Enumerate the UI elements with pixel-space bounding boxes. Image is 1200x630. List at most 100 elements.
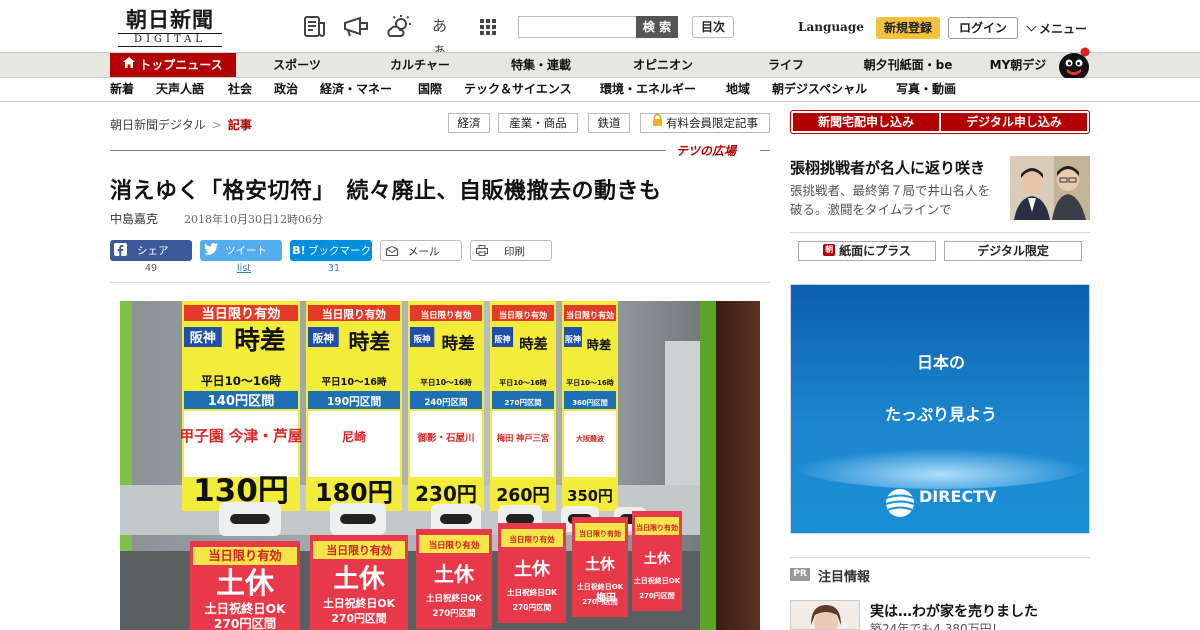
corner-label[interactable]: テツの広場 bbox=[676, 142, 736, 159]
nav-item-life[interactable]: ライフ bbox=[756, 53, 816, 77]
ticket-card: 当日限り有効阪神 時差平日10～16時 360円区間大阪難波 350円 bbox=[562, 301, 618, 511]
mascot-icon[interactable] bbox=[1054, 45, 1094, 81]
subnav-item-international[interactable]: 国際 bbox=[418, 78, 442, 101]
digital-only-button[interactable]: デジタル限定 bbox=[944, 241, 1082, 261]
sidebar-thumbnail[interactable] bbox=[1010, 156, 1090, 220]
ticket-station-bg bbox=[410, 411, 482, 477]
ticket-line-text: 阪神 bbox=[565, 334, 581, 344]
pr-headline[interactable]: 実は…わが家を売りました bbox=[870, 601, 1038, 621]
ticket-station-bg bbox=[564, 411, 616, 477]
nav-item-opinion[interactable]: オピニオン bbox=[622, 53, 704, 77]
paper-plus-button[interactable]: 朝紙面にプラス bbox=[798, 241, 936, 261]
chevron-down-icon bbox=[1026, 21, 1037, 32]
megaphone-icon[interactable] bbox=[342, 14, 368, 40]
lower-ticket: 当日限り有効土休土日祝終日OK 270円区間 bbox=[310, 535, 408, 630]
ticket-time-text: 平日10～16時 bbox=[321, 376, 386, 388]
nav-item-papers[interactable]: 朝夕刊紙面・be bbox=[856, 53, 960, 77]
lower-ticket-kind-text: 土休 bbox=[644, 550, 671, 567]
toc-button[interactable]: 目次 bbox=[692, 16, 734, 38]
tag-members-only[interactable]: 有料会員限定記事 bbox=[640, 113, 770, 133]
subnav-item-latest[interactable]: 新着 bbox=[110, 78, 134, 101]
ticket-station-bg bbox=[308, 411, 400, 477]
ticket-station-bg bbox=[492, 411, 554, 477]
sidebar-summary[interactable]: 張挑戦者、最終第７局で井山名人を破る。激闘をタイムラインで bbox=[790, 181, 1000, 219]
pr-thumbnail[interactable] bbox=[790, 600, 860, 630]
tag-economy[interactable]: 経済 bbox=[448, 113, 490, 133]
secondary-nav: 新着 天声人語 社会 政治 経済・マネー 国際 テック＆サイエンス 環境・エネル… bbox=[0, 78, 1200, 102]
twitter-share-button[interactable]: ツイート bbox=[200, 240, 282, 261]
breadcrumb-home-link[interactable]: 朝日新聞デジタル bbox=[110, 118, 206, 132]
login-button[interactable]: ログイン bbox=[948, 17, 1018, 39]
breadcrumb: 朝日新聞デジタル > 記事 bbox=[110, 116, 252, 133]
nav-item-top-news[interactable]: トップニュース bbox=[110, 53, 236, 77]
ticket-zone-text: 270円区間 bbox=[504, 398, 541, 407]
lower-ticket-limit-text: 当日限り有効 bbox=[429, 540, 480, 550]
subnav-item-tech-science[interactable]: テック＆サイエンス bbox=[464, 78, 572, 101]
share-label: ブックマーク bbox=[308, 245, 371, 257]
subnav-item-photo-video[interactable]: 写真・動画 bbox=[896, 78, 956, 101]
register-button[interactable]: 新規登録 bbox=[876, 17, 940, 39]
nav-item-features[interactable]: 特集・連載 bbox=[500, 53, 582, 77]
search-input[interactable] bbox=[518, 16, 636, 38]
subnav-item-regional[interactable]: 地域 bbox=[726, 78, 750, 101]
subnav-item-politics[interactable]: 政治 bbox=[274, 78, 298, 101]
lower-ticket-ok-text: 土日祝終日OK bbox=[205, 601, 286, 616]
ticket-limit-text: 当日限り有効 bbox=[421, 310, 472, 320]
subnav-item-economy[interactable]: 経済・マネー bbox=[320, 78, 392, 101]
lower-ticket-ok-text: 土日祝終日OK bbox=[634, 576, 681, 585]
print-button[interactable]: 印刷 bbox=[470, 240, 552, 261]
tag-railway[interactable]: 鉄道 bbox=[588, 113, 630, 133]
subnav-item-society[interactable]: 社会 bbox=[228, 78, 252, 101]
apply-delivery-button[interactable]: 新聞宅配申し込み bbox=[793, 113, 939, 131]
nav-item-sports[interactable]: スポーツ bbox=[262, 53, 332, 77]
hatena-icon: B! bbox=[292, 244, 306, 257]
advertisement-banner[interactable]: 日本の たっぷり見よう DIRECTV bbox=[790, 284, 1090, 534]
apply-digital-button[interactable]: デジタル申し込み bbox=[941, 113, 1087, 131]
paper-plus-icon: 朝 bbox=[823, 244, 836, 256]
coin-slot bbox=[440, 514, 472, 524]
menu-label: メニュー bbox=[1039, 22, 1088, 36]
sidebar-headline[interactable]: 張栩挑戦者が名人に返り咲き bbox=[790, 157, 985, 178]
newspaper-icon[interactable] bbox=[302, 14, 328, 40]
coin-slot bbox=[340, 514, 376, 524]
weather-icon[interactable] bbox=[386, 14, 412, 40]
lower-ticket-ok-text: 土日祝終日OK bbox=[323, 596, 396, 610]
pr-subtext: 築24年でも4,380万円！ bbox=[870, 622, 1004, 630]
tag-industry[interactable]: 産業・商品 bbox=[498, 113, 578, 133]
language-link[interactable]: Language bbox=[798, 20, 864, 34]
subnav-item-tenseijingo[interactable]: 天声人語 bbox=[156, 78, 204, 101]
ticket-layer: 当日限り有効阪神 時差平日10～16時140円区間甲子園 今津・芦屋130円当日限… bbox=[179, 301, 618, 511]
ticket-limit-text: 当日限り有効 bbox=[202, 305, 281, 322]
ticket-kind-text: 時差 bbox=[442, 333, 475, 353]
article-photo-ticket-machine[interactable]: 当日限り有効 阪神 時差 平日10～16時 140円区間 甲子園 今津・芦屋 130円 当日限… bbox=[120, 301, 760, 630]
paper-plus-label: 紙面にプラス bbox=[839, 244, 911, 258]
twitter-icon bbox=[200, 240, 221, 261]
tag-label: 有料会員限定記事 bbox=[666, 116, 758, 130]
subnav-item-environment[interactable]: 環境・エネルギー bbox=[600, 78, 696, 101]
nav-item-my-asadigi[interactable]: MY朝デジ bbox=[980, 53, 1056, 77]
primary-nav: トップニュース スポーツ カルチャー 特集・連載 オピニオン ライフ 朝夕刊紙面… bbox=[0, 47, 1200, 81]
facebook-share-button[interactable]: シェア bbox=[110, 240, 192, 261]
lower-ticket-limit-text: 当日限り有効 bbox=[326, 543, 391, 557]
ticket-zone-text: 360円区間 bbox=[572, 398, 608, 407]
hatena-bookmark-button[interactable]: B! ブックマーク bbox=[290, 240, 372, 261]
share-label: シェア bbox=[137, 245, 169, 257]
ticket-price-text: 180円 bbox=[315, 478, 393, 507]
nav-item-culture[interactable]: カルチャー bbox=[380, 53, 460, 77]
mail-share-button[interactable]: メール bbox=[380, 240, 462, 261]
grid-icon[interactable] bbox=[478, 14, 504, 40]
article-author[interactable]: 中島嘉克 bbox=[110, 210, 158, 227]
lower-ticket: 当日限り有効土休土日祝終日OK 270円区間 bbox=[632, 511, 682, 611]
lower-ticket: 当日限り有効土休土日祝終日OK 270円区間 bbox=[498, 523, 566, 623]
lower-ticket-limit-text: 当日限り有効 bbox=[579, 529, 621, 538]
ticket-time-text: 平日10～16時 bbox=[566, 378, 613, 387]
photo-illustration: 当日限り有効阪神 時差平日10～16時140円区間甲子園 今津・芦屋130円当日限… bbox=[120, 301, 760, 630]
menu-button[interactable]: メニュー bbox=[1026, 20, 1087, 37]
lower-ticket-zone-text: 270円区間 bbox=[331, 612, 386, 625]
facebook-count: 49 bbox=[144, 263, 158, 274]
furigana-icon[interactable]: あぁ bbox=[432, 14, 458, 59]
subnav-item-special[interactable]: 朝デジスペシャル bbox=[772, 78, 867, 101]
twitter-count-link[interactable]: list bbox=[200, 263, 288, 274]
site-logo[interactable]: 朝日新聞 DIGITAL bbox=[110, 8, 230, 47]
search-button[interactable]: 検 索 bbox=[636, 16, 678, 38]
